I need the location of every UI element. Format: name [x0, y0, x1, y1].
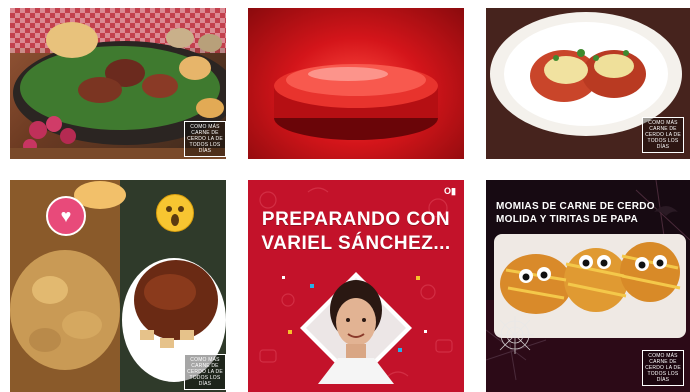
wow-reaction-icon [156, 194, 194, 232]
red-button-image [274, 64, 438, 140]
post-tile-plate[interactable]: COMO MÁS CARNE DE CERDO LA DE TODOS LOS … [486, 8, 690, 159]
brand-badge: COMO MÁS CARNE DE CERDO LA DE TODOS LOS … [642, 117, 684, 153]
video-icon: O▮ [444, 186, 456, 196]
headline-line2: MOLIDA Y TIRITAS DE PAPA [496, 214, 639, 225]
headline-line2: VARIEL SÁNCHEZ... [261, 233, 451, 254]
brand-badge: COMO MÁS CARNE DE CERDO LA DE TODOS LOS … [184, 354, 226, 390]
headline-line1: MOMIAS DE CARNE DE CERDO [496, 201, 655, 212]
post-tile-red-button[interactable] [248, 8, 464, 159]
brand-badge: COMO MÁS CARNE DE CERDO LA DE TODOS LOS … [184, 121, 226, 157]
post-tile-mummies[interactable]: MOMIAS DE CARNE DE CERDO MOLIDA Y TIRITA… [486, 180, 690, 392]
headline-line1: PREPARANDO CON [261, 209, 451, 230]
brand-badge: COMO MÁS CARNE DE CERDO LA DE TODOS LOS … [642, 350, 684, 386]
post-tile-variel[interactable]: PREPARANDO CON VARIEL SÁNCHEZ... O▮ [248, 180, 464, 392]
heart-reaction-icon: ♥ [46, 196, 86, 236]
